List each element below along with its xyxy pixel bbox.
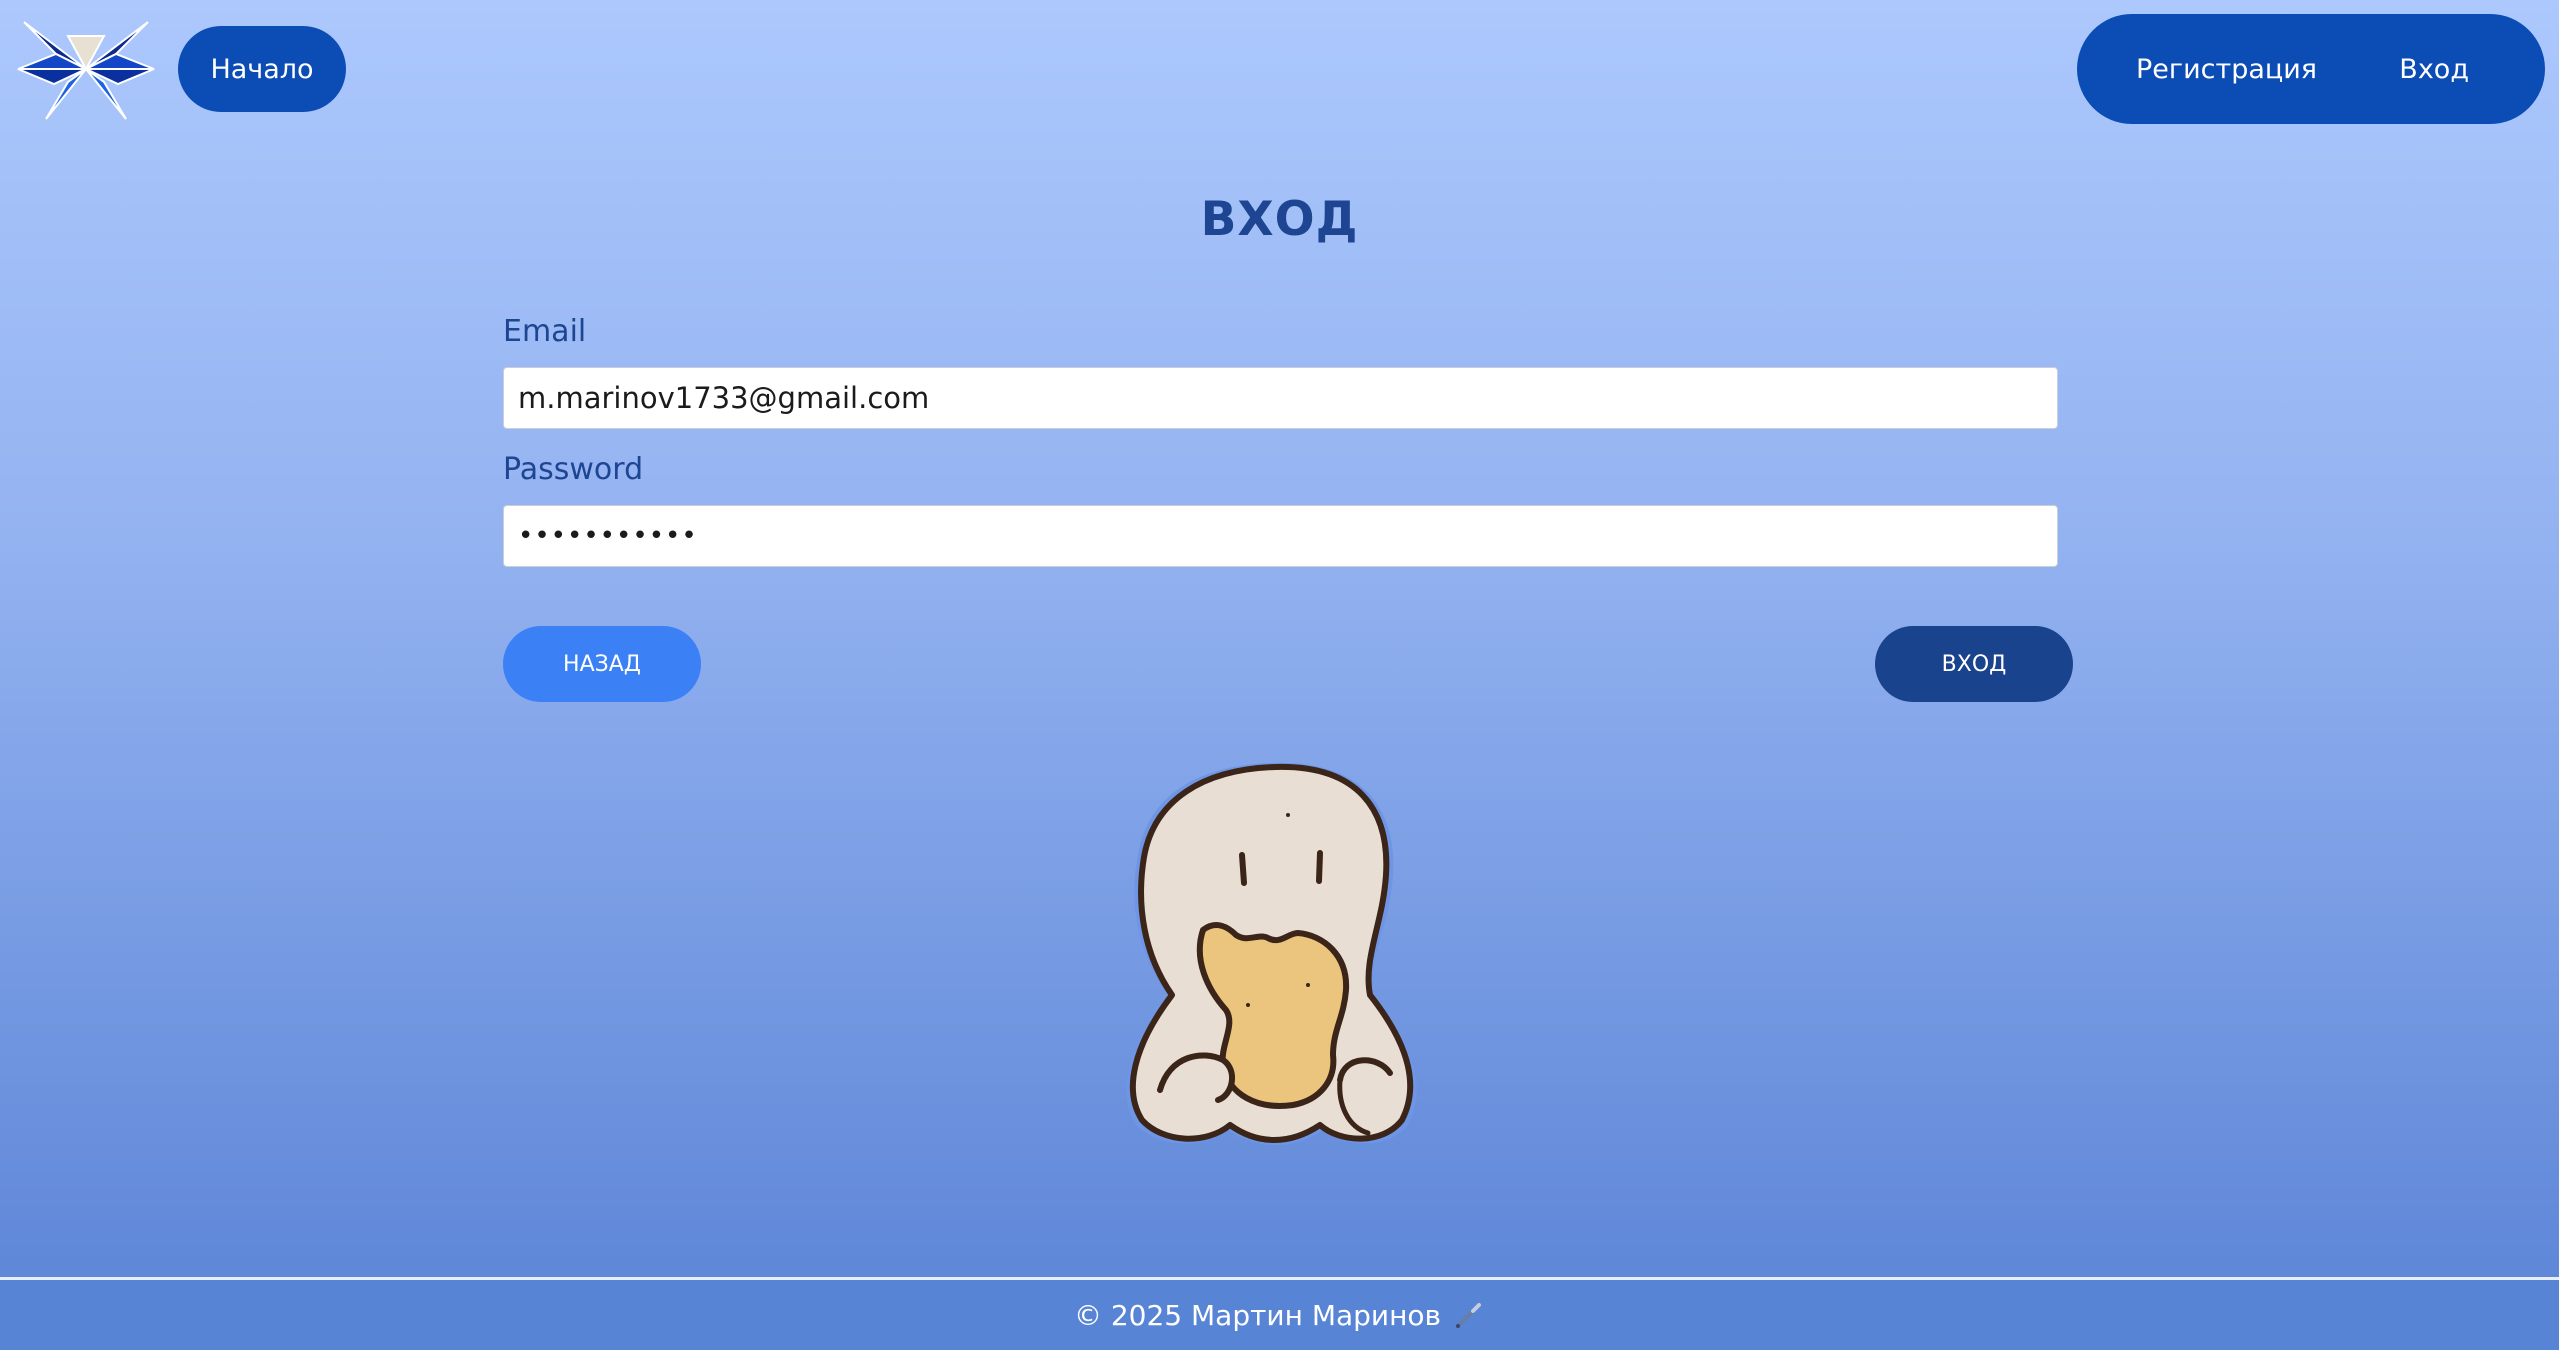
- nav-login-link[interactable]: Вход: [2399, 54, 2469, 85]
- login-submit-button[interactable]: ВХОД: [1875, 626, 2073, 702]
- mascot-illustration: [1126, 762, 1417, 1145]
- footer-copyright: © 2025 Мартин Маринов: [1073, 1298, 1442, 1332]
- footer: © 2025 Мартин Маринов: [0, 1280, 2559, 1350]
- nav-home-button[interactable]: Начало: [178, 26, 346, 112]
- logo-icon[interactable]: [16, 14, 156, 124]
- password-field[interactable]: •••••••••••: [503, 505, 2058, 567]
- email-label: Email: [503, 314, 587, 349]
- password-label: Password: [503, 452, 644, 487]
- pen-icon: [1456, 1303, 1482, 1328]
- page-title: ВХОД: [1200, 192, 1359, 247]
- back-button[interactable]: НАЗАД: [503, 626, 701, 702]
- nav-auth-group: Регистрация Вход: [2077, 14, 2545, 124]
- nav-register-link[interactable]: Регистрация: [2136, 54, 2317, 85]
- email-field[interactable]: m.marinov1733@gmail.com: [503, 367, 2058, 429]
